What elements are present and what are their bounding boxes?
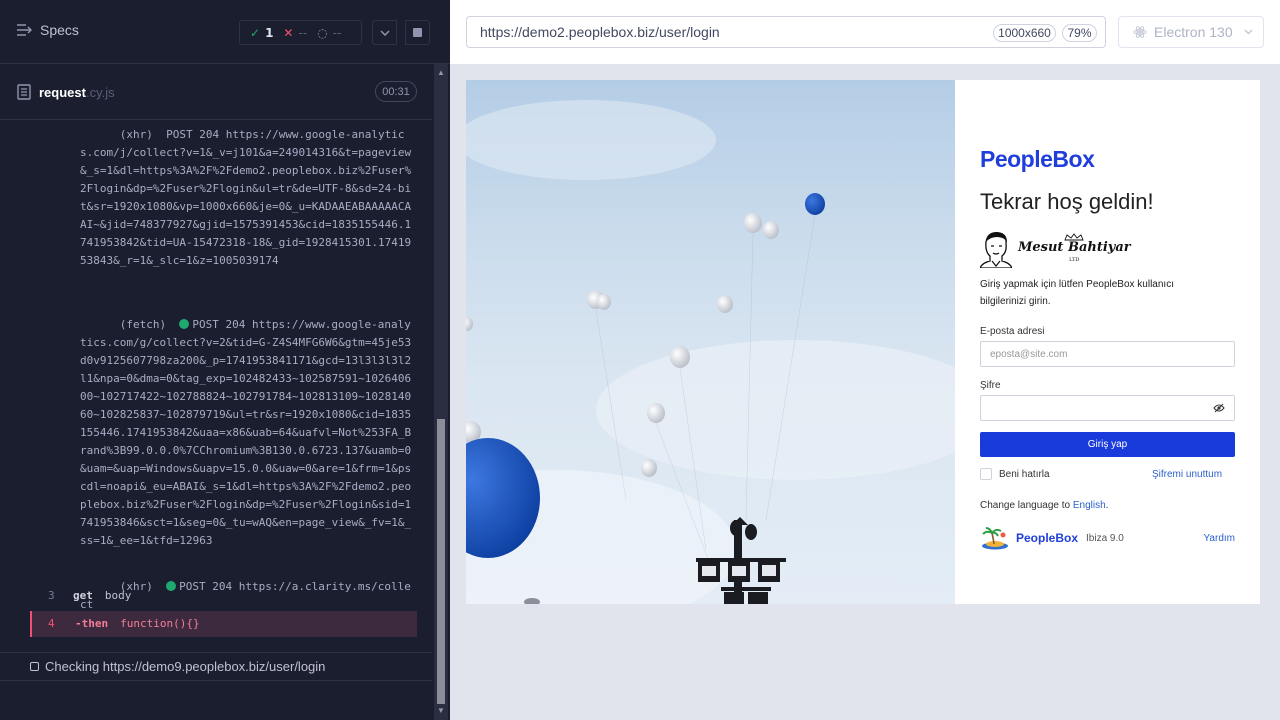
scrollbar-thumb[interactable] (437, 419, 445, 704)
chevron-down-icon (379, 29, 390, 36)
balloons-photo (466, 80, 996, 604)
brand-subtitle: LTD (1069, 256, 1080, 263)
passed-stat: ✓ 1 (250, 26, 273, 40)
pending-count: -- (332, 25, 342, 40)
failed-count: -- (298, 25, 308, 40)
spec-file[interactable]: request .cy.js (17, 84, 115, 100)
language-switch: Change language to English. (980, 500, 1109, 511)
eye-off-icon[interactable] (1213, 403, 1225, 413)
remember-checkbox[interactable] (980, 468, 992, 480)
email-field[interactable]: eposta@site.com (980, 341, 1235, 367)
remember-label: Beni hatırla (999, 468, 1050, 480)
command-number: 3 (48, 589, 55, 602)
peoplebox-logo: PeopleBox (980, 146, 1095, 172)
brand-name-wrap: Mesut Bahtiyar LTD (1018, 232, 1131, 266)
login-footer: PeopleBox Ibiza 9.0 Yardım (980, 526, 1235, 550)
island-icon (982, 527, 1008, 550)
browser-selector[interactable]: Electron 130 (1118, 16, 1264, 48)
brand-name: Mesut Bahtiyar (1018, 239, 1131, 255)
browser-name: Electron 130 (1154, 24, 1233, 40)
lang-prefix: Change language to (980, 500, 1071, 511)
remember-me[interactable]: Beni hatırla (980, 468, 1050, 480)
electron-icon (1133, 26, 1147, 38)
status-dot-icon (179, 319, 190, 329)
password-label: Şifre (980, 380, 1001, 391)
browser-header: https://demo2.peoplebox.biz/user/login 1… (450, 0, 1280, 64)
x-icon: ✕ (283, 25, 294, 40)
help-link[interactable]: Yardım (1204, 533, 1236, 544)
intro-text: Giriş yapmak için lütfen PeopleBox kulla… (980, 279, 1174, 307)
company-brand: Mesut Bahtiyar LTD (980, 230, 1131, 268)
url-bar[interactable]: https://demo2.peoplebox.biz/user/login 1… (466, 16, 1106, 48)
square-icon (30, 662, 39, 671)
command-log-panel: Specs ✓ 1 ✕ -- ◌ -- request .cy.js 00:31 (x… (0, 0, 450, 720)
collapse-button[interactable] (372, 20, 397, 45)
command-message: body (104, 589, 132, 602)
divider (0, 680, 432, 681)
runner-header: Specs ✓ 1 ✕ -- ◌ -- (0, 0, 450, 64)
english-link[interactable]: English (1073, 500, 1106, 511)
log-entry-fetch[interactable]: (fetch) POST 204 https://www.google-anal… (80, 298, 415, 550)
spec-duration: 00:31 (375, 81, 417, 102)
chevron-down-icon (1244, 29, 1253, 35)
balloons-illustration (466, 100, 996, 604)
footer-version: Ibiza 9.0 (1086, 532, 1124, 544)
command-name: get (73, 589, 93, 602)
stop-button[interactable] (405, 20, 430, 45)
scroll-up-icon[interactable]: ▲ (437, 68, 445, 77)
specs-label: Specs (40, 22, 79, 38)
app-under-test: PeopleBox Tekrar hoş geldin! Mesut Bahti… (466, 80, 1260, 604)
passed-count: 1 (265, 25, 274, 40)
spinner-icon: ◌ (317, 25, 328, 40)
command-log-scrollbar[interactable]: ▲ ▼ (434, 64, 448, 720)
scroll-down-icon[interactable]: ▼ (437, 706, 445, 715)
email-label: E-posta adresi (980, 326, 1045, 337)
check-icon: ✓ (250, 25, 261, 40)
log-text: POST 204 https://www.google-analytics.co… (80, 318, 412, 547)
log-entry-xhr-ga[interactable]: (xhr) POST 204 https://www.google-analyt… (80, 120, 415, 288)
forgot-password-link[interactable]: Şifremi unuttum (1152, 469, 1222, 480)
command-message: function(){} (120, 617, 200, 630)
checking-text: Checking https://demo9.peoplebox.biz/use… (45, 659, 326, 674)
command-row-get[interactable]: 3 get body (30, 583, 417, 609)
document-icon (17, 84, 31, 100)
spec-file-ext: .cy.js (85, 84, 115, 100)
portrait-logo-icon (980, 232, 1012, 268)
log-type: (fetch) (119, 318, 167, 331)
command-name: -then (75, 617, 109, 630)
specs-toggle[interactable]: Specs (16, 22, 79, 38)
app-preview-panel: https://demo2.peoplebox.biz/user/login 1… (450, 0, 1280, 720)
footer-logo: PeopleBox (1016, 531, 1079, 545)
spec-file-name: request (39, 84, 86, 100)
login-button[interactable]: Giriş yap (980, 432, 1235, 457)
url-text: https://demo2.peoplebox.biz/user/login (480, 24, 720, 40)
failed-stat: ✕ -- (283, 26, 307, 40)
viewport-size-badge[interactable]: 1000x660 (993, 24, 1056, 42)
welcome-heading: Tekrar hoş geldin! (980, 189, 1154, 214)
command-row-then[interactable]: 4 -then function(){} (30, 611, 417, 637)
spec-file-header: request .cy.js 00:31 (0, 64, 432, 120)
menu-icon (17, 24, 32, 36)
login-form: PeopleBox Tekrar hoş geldin! Mesut Bahti… (955, 80, 1260, 604)
zoom-badge[interactable]: 79% (1062, 24, 1097, 42)
stop-icon (413, 28, 422, 37)
run-stats: ✓ 1 ✕ -- ◌ -- (239, 20, 362, 45)
running-status: Checking https://demo9.peoplebox.biz/use… (0, 652, 432, 680)
email-placeholder: eposta@site.com (990, 348, 1068, 360)
command-number: 4 (48, 617, 55, 630)
pending-stat: ◌ -- (317, 26, 341, 40)
password-field[interactable] (980, 395, 1235, 421)
command-log: (xhr) POST 204 https://www.google-analyt… (0, 120, 432, 640)
